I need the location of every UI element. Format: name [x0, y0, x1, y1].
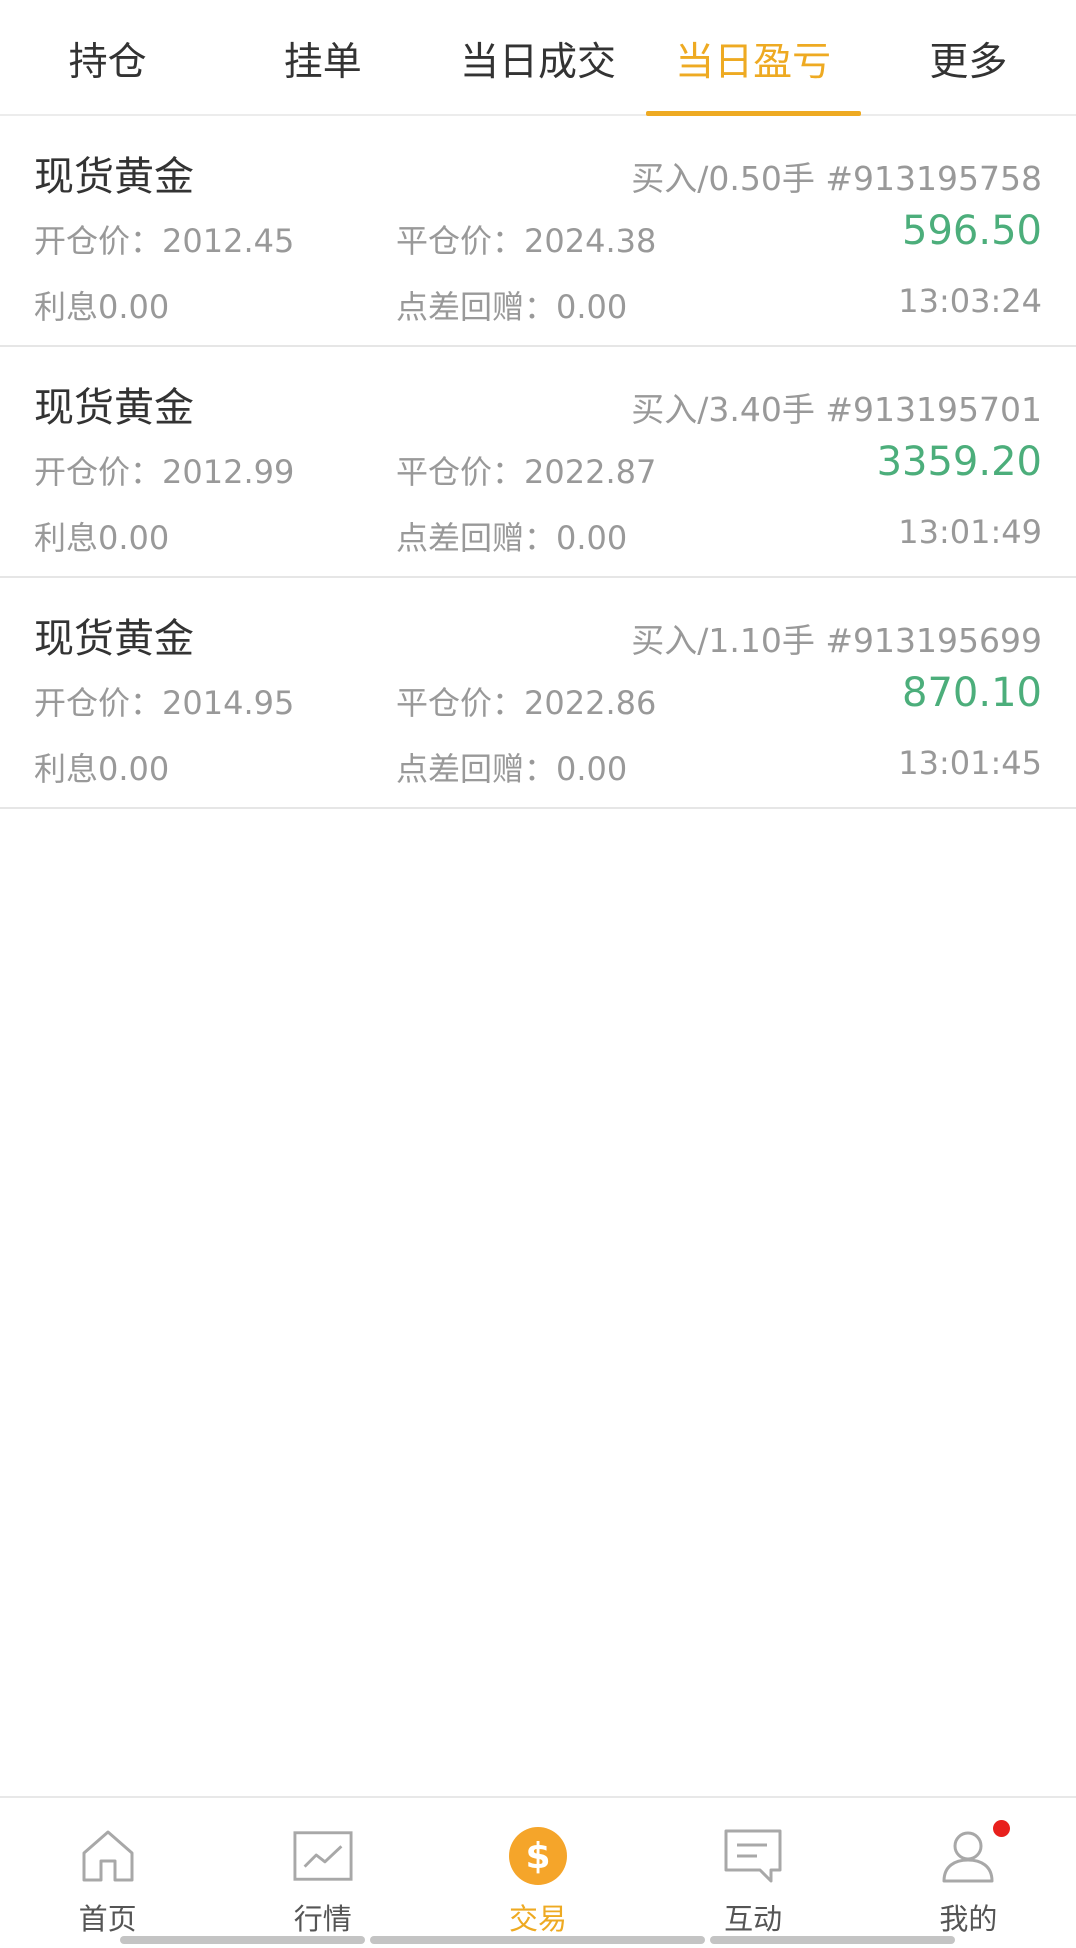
- close-price: 平仓价：2024.38: [396, 222, 657, 260]
- list-item[interactable]: 现货黄金 买入/0.50手 #913195758 开仓价：2012.45 平仓价…: [0, 116, 1076, 347]
- interest: 利息0.00: [34, 288, 170, 326]
- order-side-lots: 买入/1.10手 #913195699: [631, 621, 1042, 660]
- system-gesture-bar: [120, 1936, 365, 1944]
- bottom-nav: 首页 行情 $ 交易 互动 我的: [0, 1796, 1076, 1948]
- open-price: 开仓价：2012.45: [34, 222, 295, 260]
- close-price: 平仓价：2022.87: [396, 453, 657, 491]
- home-icon: [78, 1826, 138, 1886]
- profit-value: 870.10: [902, 670, 1042, 716]
- open-price: 开仓价：2014.95: [34, 684, 295, 722]
- product-name: 现货黄金: [34, 385, 194, 431]
- notification-dot: [993, 1820, 1011, 1837]
- pnl-list: 现货黄金 买入/0.50手 #913195758 开仓价：2012.45 平仓价…: [0, 116, 1076, 809]
- order-side-lots: 买入/0.50手 #913195758: [631, 159, 1042, 198]
- spread-rebate: 点差回赠：0.00: [396, 750, 628, 788]
- order-side-lots: 买入/3.40手 #913195701: [631, 390, 1042, 429]
- spread-rebate: 点差回赠：0.00: [396, 288, 628, 326]
- list-item[interactable]: 现货黄金 买入/3.40手 #913195701 开仓价：2012.99 平仓价…: [0, 347, 1076, 578]
- coin-glyph: $: [508, 1827, 567, 1885]
- nav-home[interactable]: 首页: [0, 1798, 215, 1948]
- trade-time: 13:03:24: [898, 282, 1042, 320]
- nav-label: 我的: [939, 1902, 998, 1936]
- message-icon: [723, 1826, 783, 1886]
- product-name: 现货黄金: [34, 616, 194, 662]
- chart-icon: [293, 1826, 353, 1886]
- page: 持仓 挂单 当日成交 当日盈亏 更多 现货黄金 买入/0.50手 #913195…: [0, 0, 1076, 1948]
- system-gesture-bar: [370, 1936, 705, 1944]
- profit-value: 596.50: [902, 208, 1042, 254]
- list-item[interactable]: 现货黄金 买入/1.10手 #913195699 开仓价：2014.95 平仓价…: [0, 578, 1076, 809]
- tab-today-pnl[interactable]: 当日盈亏: [645, 3, 861, 116]
- tab-more[interactable]: 更多: [861, 3, 1076, 114]
- nav-label: 首页: [78, 1902, 137, 1936]
- user-icon: [938, 1820, 1011, 1886]
- profit-value: 3359.20: [876, 439, 1042, 485]
- tab-bar: 持仓 挂单 当日成交 当日盈亏 更多: [0, 0, 1076, 116]
- trade-time: 13:01:49: [898, 513, 1042, 551]
- nav-market[interactable]: 行情: [215, 1798, 430, 1948]
- spread-rebate: 点差回赠：0.00: [396, 519, 628, 557]
- tab-positions[interactable]: 持仓: [0, 3, 215, 114]
- nav-label: 互动: [724, 1902, 783, 1936]
- product-name: 现货黄金: [34, 154, 194, 200]
- tab-today-deals[interactable]: 当日成交: [430, 3, 645, 114]
- interest: 利息0.00: [34, 750, 170, 788]
- nav-label: 行情: [293, 1902, 352, 1936]
- nav-trade[interactable]: $ 交易: [430, 1798, 645, 1948]
- trade-time: 13:01:45: [898, 744, 1042, 782]
- tab-pending-orders[interactable]: 挂单: [215, 3, 430, 114]
- trade-coin-icon: $: [508, 1826, 568, 1886]
- nav-profile[interactable]: 我的: [861, 1798, 1076, 1948]
- nav-label: 交易: [508, 1902, 567, 1936]
- close-price: 平仓价：2022.86: [396, 684, 657, 722]
- open-price: 开仓价：2012.99: [34, 453, 295, 491]
- nav-interact[interactable]: 互动: [646, 1798, 861, 1948]
- interest: 利息0.00: [34, 519, 170, 557]
- system-gesture-bar: [710, 1936, 955, 1944]
